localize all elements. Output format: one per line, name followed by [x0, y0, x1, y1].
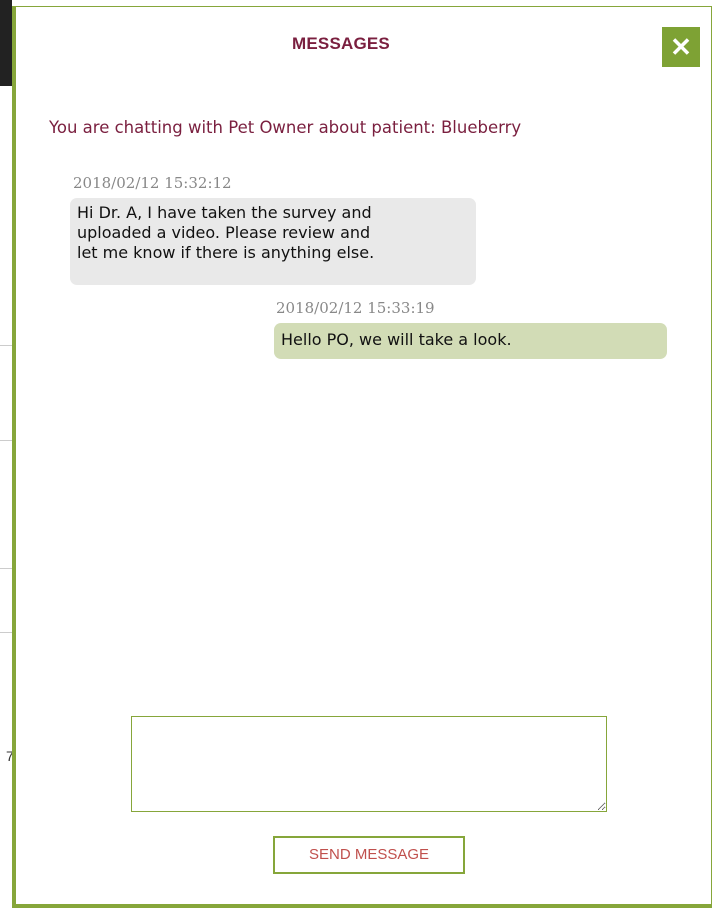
- dialog-title: MESSAGES: [292, 34, 390, 53]
- message-bubble-received: Hi Dr. A, I have taken the survey and up…: [70, 198, 476, 285]
- messages-dialog: MESSAGES ✕ You are chatting with Pet Own…: [12, 6, 712, 908]
- message-timestamp: 2018/02/12 15:32:12: [73, 174, 232, 192]
- message-text-line: Hi Dr. A, I have taken the survey and: [77, 203, 372, 222]
- message-text-line: uploaded a video. Please review and: [77, 223, 371, 242]
- backdrop-divider: [0, 568, 12, 569]
- backdrop-header-shade: [0, 0, 12, 86]
- chat-participant: Pet Owner: [228, 118, 314, 137]
- message-timestamp: 2018/02/12 15:33:19: [276, 299, 435, 317]
- message-input[interactable]: [131, 716, 607, 812]
- message-text-line: let me know if there is anything else.: [77, 243, 375, 262]
- chat-context-header: You are chatting with Pet Owner about pa…: [49, 118, 521, 137]
- close-button[interactable]: ✕: [662, 27, 700, 67]
- backdrop-divider: [0, 440, 12, 441]
- backdrop-divider: [0, 345, 12, 346]
- send-message-button[interactable]: SEND MESSAGE: [273, 836, 465, 874]
- message-text-line: Hello PO, we will take a look.: [281, 330, 512, 349]
- patient-name: Blueberry: [440, 118, 522, 137]
- chat-context-middle: about patient:: [313, 118, 441, 137]
- backdrop-divider: [0, 632, 12, 633]
- close-icon: ✕: [670, 32, 692, 62]
- message-bubble-sent: Hello PO, we will take a look.: [274, 323, 667, 359]
- chat-context-prefix: You are chatting with: [49, 118, 229, 137]
